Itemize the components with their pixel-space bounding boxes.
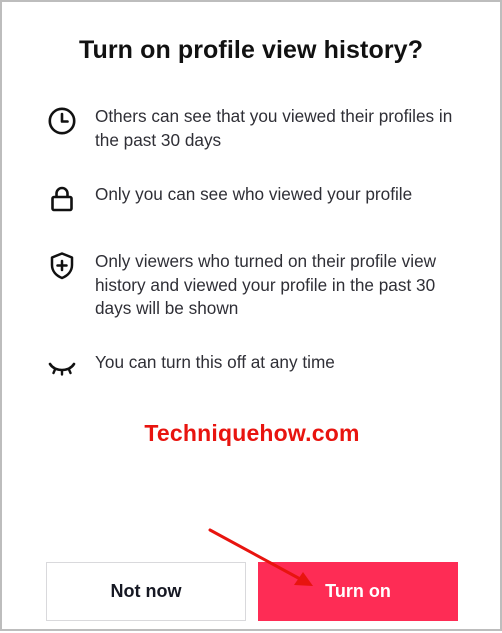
shield-plus-icon	[46, 250, 78, 282]
dialog-title: Turn on profile view history?	[78, 36, 424, 64]
clock-icon	[46, 105, 78, 137]
dialog: Turn on profile view history? Others can…	[0, 0, 502, 631]
watermark: Techniquehow.com	[144, 420, 360, 446]
info-item-text: Only you can see who viewed your profile	[95, 184, 413, 204]
not-now-button[interactable]: Not now	[46, 562, 246, 621]
closed-eye-icon	[46, 354, 78, 386]
info-item-text: Others can see that you viewed their pro…	[95, 106, 453, 150]
turn-on-button[interactable]: Turn on	[258, 562, 458, 621]
info-item-text: You can turn this off at any time	[95, 352, 335, 372]
lock-icon	[46, 183, 78, 215]
info-item-text: Only viewers who turned on their profile…	[95, 251, 437, 318]
